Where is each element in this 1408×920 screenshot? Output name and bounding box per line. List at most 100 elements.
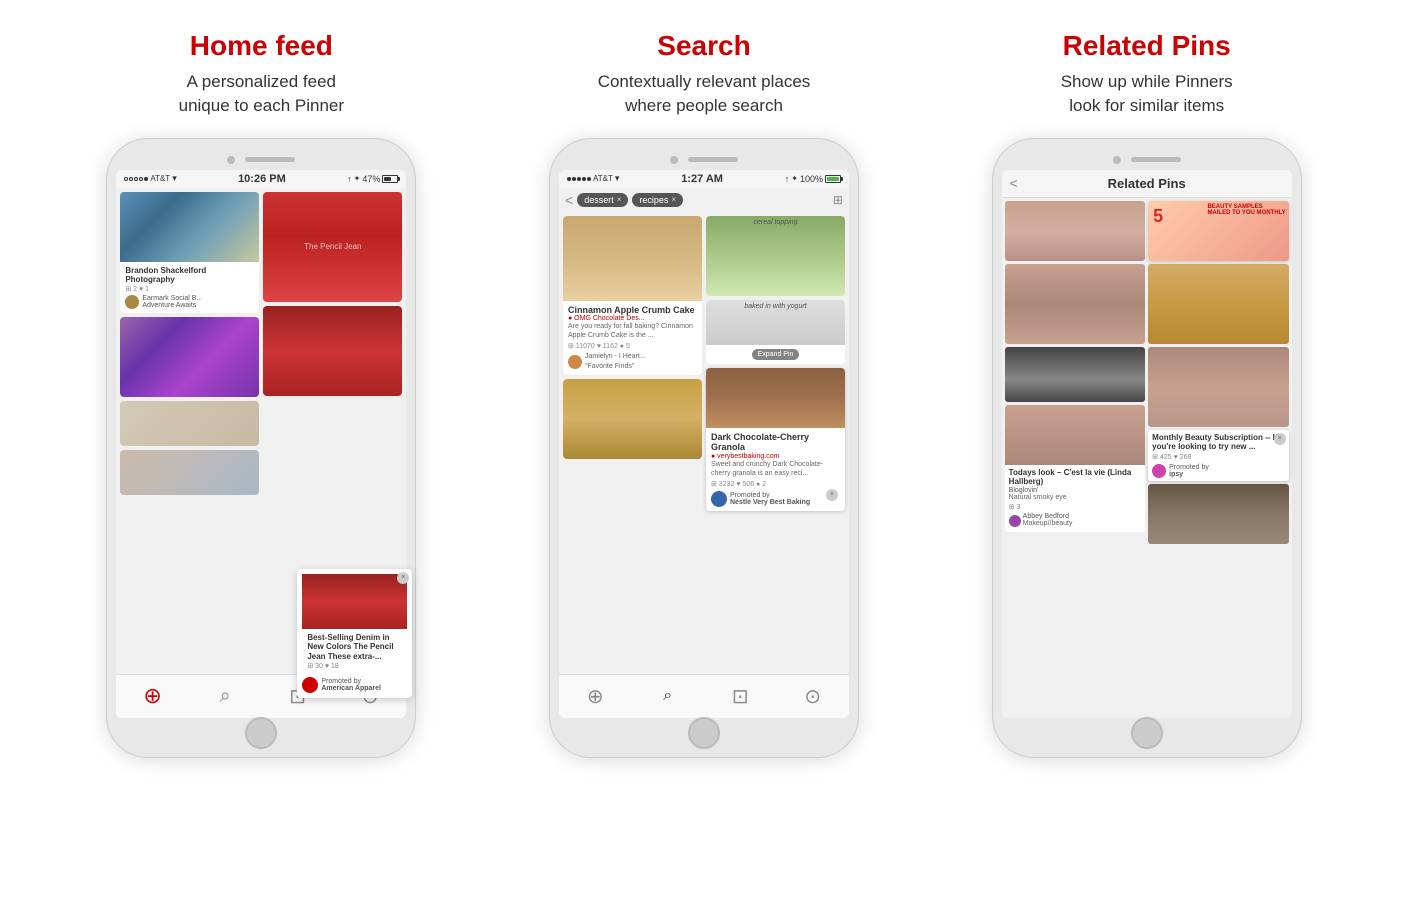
pin-granola-site: ● verybestbaking.com bbox=[711, 453, 840, 460]
pin-granola-counts: ⊞ 3232 ♥ 506 ● 2 bbox=[711, 480, 840, 488]
promoted-badge-nestle: × Promoted by Nestle Very Best Baking bbox=[711, 491, 840, 507]
related-pins-title: Related Pins bbox=[1063, 30, 1231, 62]
pin-img-small-1 bbox=[120, 401, 259, 446]
nav-search-icon-1[interactable]: ⌕ bbox=[212, 683, 238, 709]
pin-counts-1: ⊞ 2 ♥ 1 bbox=[125, 285, 254, 293]
promoted-close-ipsy[interactable]: × bbox=[1274, 433, 1286, 445]
phone-related-pins: < Related Pins Todays look – bbox=[992, 138, 1302, 758]
phone-home-feed: AT&T ▾ 10:26 PM ↑ ✦ 47% bbox=[106, 138, 416, 758]
phone-screen-3: < Related Pins Todays look – bbox=[1002, 170, 1292, 718]
pin-yogurt[interactable]: baked in with yogurt Expand Pin bbox=[706, 300, 845, 364]
pin-food3-img bbox=[563, 379, 702, 459]
pin-granola-title: Dark Chocolate-Cherry Granola bbox=[711, 432, 840, 454]
masonry-col-left: Brandon Shackelford Photography ⊞ 2 ♥ 1 … bbox=[120, 192, 259, 670]
search-title: Search bbox=[657, 30, 750, 62]
search-tag-dessert-x[interactable]: × bbox=[617, 195, 622, 204]
promoted-by-nestle: Promoted by bbox=[730, 492, 810, 499]
pin-card-person-red[interactable] bbox=[263, 306, 402, 396]
status-time-1: 10:26 PM bbox=[238, 173, 286, 185]
pin-card-small-2[interactable] bbox=[120, 450, 259, 495]
phone-screen-2: AT&T ▾ 1:27 AM ↑ ✦ 100% bbox=[559, 170, 849, 718]
search-tag-dessert[interactable]: dessert × bbox=[577, 193, 628, 207]
pin-card-portrait[interactable]: The Pencil Jean bbox=[263, 192, 402, 302]
related-content[interactable]: Todays look – C'est la vie (Linda Hallbe… bbox=[1002, 198, 1292, 718]
search-col-right: cereal topping baked in with yogurt Expa… bbox=[706, 216, 845, 670]
nav-messages-icon-2[interactable]: ⊡ bbox=[727, 683, 753, 709]
pin-todays-look[interactable]: Todays look – C'est la vie (Linda Hallbe… bbox=[1005, 405, 1146, 532]
promoted-close-btn[interactable]: × bbox=[397, 572, 406, 584]
pin-granola-desc: Sweet and crunchy Dark Chocolate-cherry … bbox=[711, 461, 840, 478]
column-related-pins: Related Pins Show up while Pinnerslook f… bbox=[925, 30, 1368, 758]
r-img-eye2 bbox=[1005, 347, 1146, 402]
camera-dot-2 bbox=[670, 156, 678, 164]
pin-yogurt-img: baked in with yogurt bbox=[706, 300, 845, 345]
home-feed-content[interactable]: Brandon Shackelford Photography ⊞ 2 ♥ 1 … bbox=[116, 188, 406, 674]
battery-1 bbox=[382, 175, 398, 183]
pin-avatar-abbey bbox=[1009, 515, 1021, 527]
search-tag-recipes-x[interactable]: × bbox=[671, 195, 676, 204]
r-img-palette bbox=[1148, 484, 1289, 544]
nav-search-icon-2[interactable]: ⌕ bbox=[655, 683, 681, 709]
pin-img-small-2 bbox=[120, 450, 259, 495]
phone-top-bar-1 bbox=[116, 148, 406, 170]
camera-dot-3 bbox=[1113, 156, 1121, 164]
battery-pct-1: 47% bbox=[362, 174, 380, 184]
r-img-face1 bbox=[1005, 264, 1146, 344]
nav-home-icon[interactable]: ⊕ bbox=[140, 683, 166, 709]
r-img-products bbox=[1148, 264, 1289, 344]
pin-cinnamon-site: ● OMG Chocolate Des... bbox=[568, 315, 697, 322]
search-content[interactable]: Cinnamon Apple Crumb Cake ● OMG Chocolat… bbox=[559, 212, 849, 674]
promoted-brand-ipsy: ipsy bbox=[1169, 471, 1209, 478]
pin-card-landscape[interactable]: Brandon Shackelford Photography ⊞ 2 ♥ 1 … bbox=[120, 192, 259, 313]
status-time-2: 1:27 AM bbox=[681, 173, 723, 185]
beauty-number: 5 bbox=[1153, 206, 1163, 227]
pin-img-person-red bbox=[263, 306, 402, 396]
related-back-btn[interactable]: < bbox=[1010, 175, 1018, 191]
pin-beauty-img: 5 BEAUTY SAMPLESMAILED TO YOU MONTHLY bbox=[1148, 201, 1289, 261]
search-subtitle: Contextually relevant placeswhere people… bbox=[598, 70, 811, 118]
pin-card-small-1[interactable] bbox=[120, 401, 259, 446]
pin-monthly-beauty[interactable]: × Monthly Beauty Subscription -- If you'… bbox=[1148, 430, 1289, 481]
phone-screen-1: AT&T ▾ 10:26 PM ↑ ✦ 47% bbox=[116, 170, 406, 718]
expand-pin-btn[interactable]: Expand Pin bbox=[752, 349, 800, 360]
ipsy-logo bbox=[1152, 464, 1166, 478]
r-img-eyes bbox=[1005, 201, 1146, 261]
promoted-by-ipsy: Promoted by bbox=[1169, 464, 1209, 471]
pin-monthly-beauty-counts: ⊞ 425 ♥ 268 bbox=[1152, 453, 1285, 461]
pin-beauty-samples[interactable]: 5 BEAUTY SAMPLESMAILED TO YOU MONTHLY bbox=[1148, 201, 1289, 261]
home-feed-title: Home feed bbox=[190, 30, 333, 62]
promoted-close-granola[interactable]: × bbox=[826, 489, 838, 501]
signal-dots-1 bbox=[124, 177, 148, 181]
pin-food3[interactable] bbox=[563, 379, 702, 459]
phone-top-bar-2 bbox=[559, 148, 849, 170]
pin-img-portrait: The Pencil Jean bbox=[263, 192, 402, 302]
pin-cereal-topping[interactable]: cereal topping bbox=[706, 216, 845, 296]
status-bar-1: AT&T ▾ 10:26 PM ↑ ✦ 47% bbox=[116, 170, 406, 188]
pin-todays-look-source: Bloglovin' bbox=[1009, 487, 1142, 494]
promoted-card-american-apparel[interactable]: × Best-Selling Denim in New Colors The P… bbox=[297, 569, 406, 674]
pin-cinnamon-title: Cinnamon Apple Crumb Cake bbox=[568, 305, 697, 316]
phone-top-bar-3 bbox=[1002, 148, 1292, 170]
pin-card-textile[interactable] bbox=[120, 317, 259, 397]
home-feed-subtitle: A personalized feedunique to each Pinner bbox=[179, 70, 344, 118]
phone-home-btn-1[interactable] bbox=[245, 717, 277, 749]
promoted-title: Best-Selling Denim in New Colors The Pen… bbox=[307, 633, 402, 662]
phone-home-btn-3[interactable] bbox=[1131, 717, 1163, 749]
pin-monthly-beauty-title: Monthly Beauty Subscription -- If you're… bbox=[1152, 433, 1285, 452]
pin-todays-look-counts: ⊞ 3 bbox=[1009, 503, 1142, 511]
pin-dark-choc-granola[interactable]: Dark Chocolate-Cherry Granola ● verybest… bbox=[706, 368, 845, 511]
search-back-btn[interactable]: < bbox=[565, 192, 573, 208]
phone-bottom-bar-1 bbox=[116, 718, 406, 748]
search-col-left: Cinnamon Apple Crumb Cake ● OMG Chocolat… bbox=[563, 216, 702, 670]
pin-cinnamon-apple[interactable]: Cinnamon Apple Crumb Cake ● OMG Chocolat… bbox=[563, 216, 702, 375]
search-bar-area[interactable]: < dessert × recipes × ⊞ bbox=[559, 188, 849, 212]
pin-img-textile bbox=[120, 317, 259, 397]
related-header-title: Related Pins bbox=[1108, 176, 1186, 191]
search-tag-recipes[interactable]: recipes × bbox=[632, 193, 683, 207]
phone-home-btn-2[interactable] bbox=[688, 717, 720, 749]
search-filter-icon[interactable]: ⊞ bbox=[833, 193, 843, 207]
nav-profile-icon-2[interactable]: ⊙ bbox=[800, 683, 826, 709]
nav-home-icon-2[interactable]: ⊕ bbox=[582, 683, 608, 709]
pin-avatar-jamielyn bbox=[568, 355, 582, 369]
pin-cereal-img: cereal topping bbox=[706, 216, 845, 296]
